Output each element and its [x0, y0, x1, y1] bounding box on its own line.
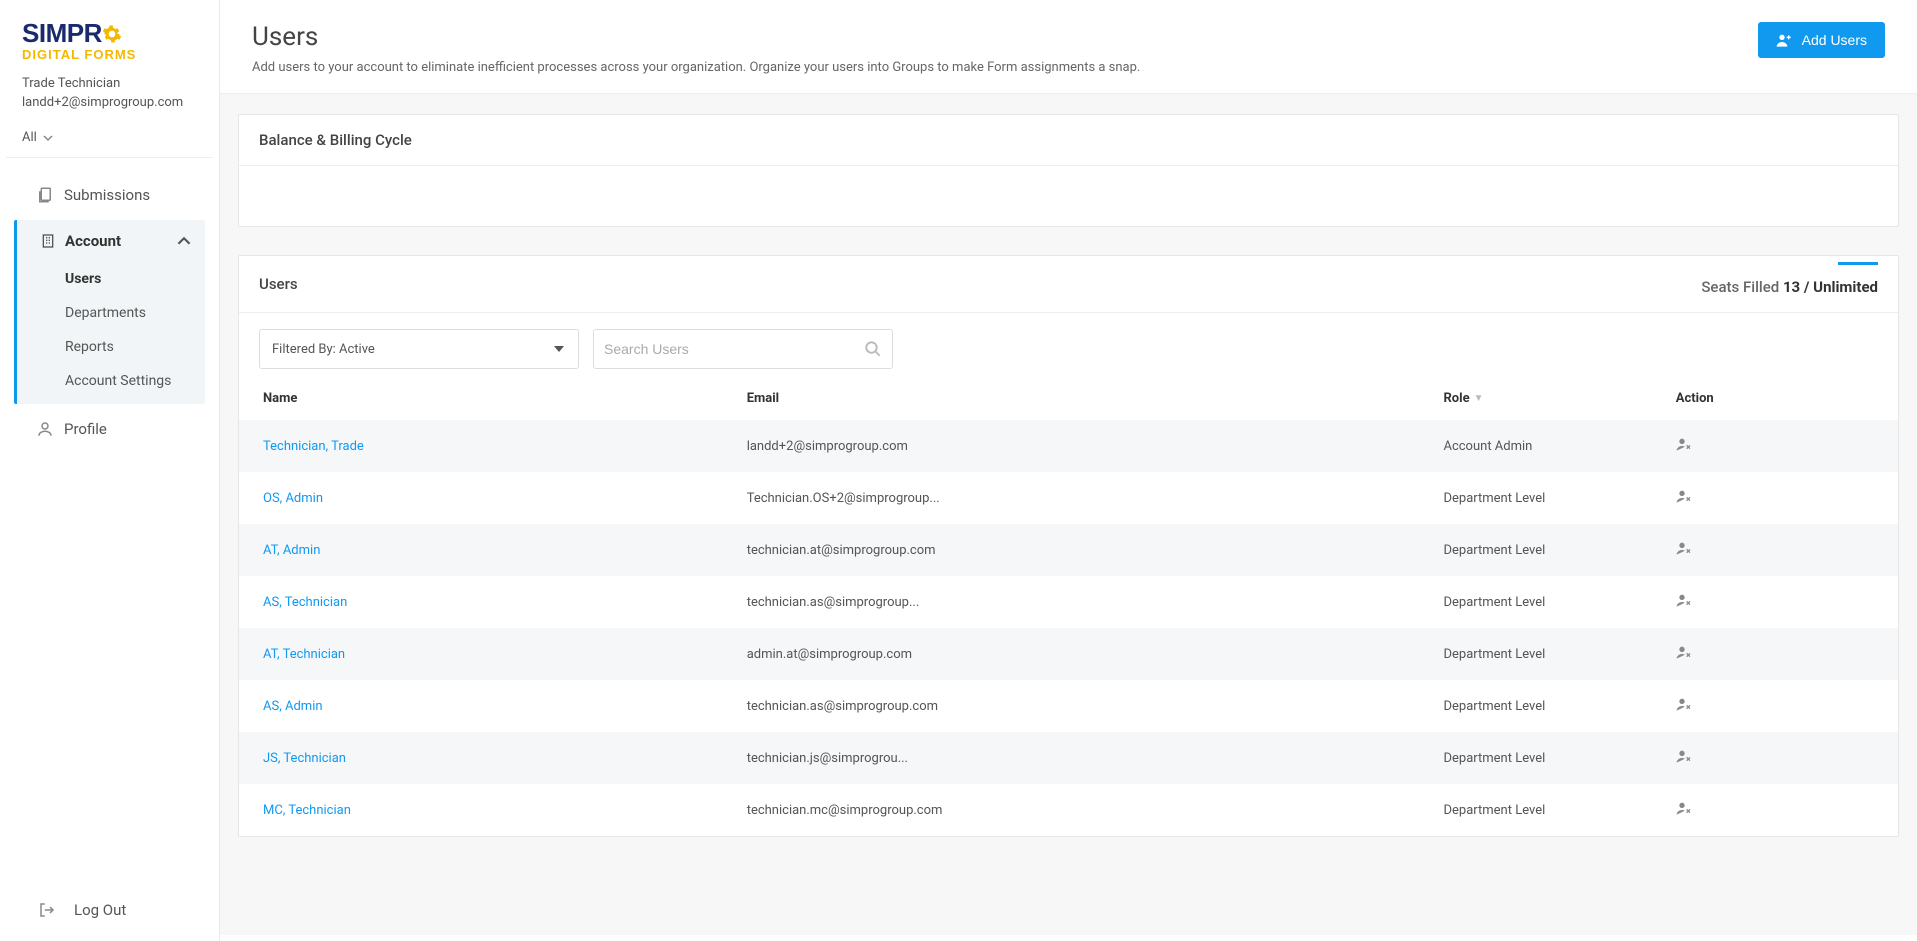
scope-selector[interactable]: All	[0, 120, 219, 157]
sidebar-section-account: Account Users Departments Reports Accoun…	[14, 220, 205, 404]
remove-user-icon[interactable]	[1676, 644, 1692, 660]
users-table: Name Email Role ▼ Action Technician, T	[239, 377, 1898, 836]
submissions-icon	[36, 186, 54, 204]
sidebar-item-users[interactable]: Users	[17, 262, 205, 296]
column-header-name[interactable]: Name	[239, 377, 737, 420]
user-email: technician.at@simprogroup.com	[747, 543, 936, 558]
sidebar-item-label: Account Settings	[65, 373, 171, 389]
logout-label: Log Out	[74, 901, 126, 919]
table-row: AT, Admin technician.at@simprogroup.com De…	[239, 524, 1898, 576]
gear-logo-icon	[101, 23, 123, 45]
seats-total: / Unlimited	[1800, 278, 1878, 296]
sidebar-item-label: Submissions	[64, 186, 150, 204]
users-panel-title: Users	[259, 275, 298, 293]
user-name-link[interactable]: MC, Technician	[263, 803, 351, 818]
user-role: Department Level	[1443, 543, 1545, 558]
column-header-role[interactable]: Role ▼	[1433, 377, 1665, 420]
user-role: Account Admin	[1443, 439, 1532, 454]
sidebar-item-account[interactable]: Account	[17, 220, 205, 262]
user-role: Department Level	[1443, 595, 1545, 610]
table-row: AS, Technician technician.as@simprogroup.…	[239, 576, 1898, 628]
user-role: Department Level	[1443, 803, 1545, 818]
user-email: technician.mc@simprogroup.com	[747, 803, 943, 818]
billing-panel: Balance & Billing Cycle	[238, 114, 1899, 227]
chevron-down-icon	[43, 133, 53, 143]
sidebar-item-account-settings[interactable]: Account Settings	[17, 364, 205, 398]
sidebar-item-departments[interactable]: Departments	[17, 296, 205, 330]
add-user-icon	[1776, 32, 1792, 48]
table-row: AT, Technician admin.at@simprogroup.com De…	[239, 628, 1898, 680]
logo: SIMPR DIGITAL FORMS	[0, 0, 219, 72]
page-subtitle: Add users to your account to eliminate i…	[252, 60, 1140, 75]
remove-user-icon[interactable]	[1676, 436, 1692, 452]
seats-label: Seats Filled	[1701, 278, 1783, 296]
user-email: technician.js@simprogrou...	[747, 751, 908, 766]
column-header-role-label: Role	[1443, 391, 1469, 406]
user-name-link[interactable]: AT, Admin	[263, 543, 320, 558]
column-header-email[interactable]: Email	[737, 377, 1434, 420]
user-email: technician.as@simprogroup.com	[747, 699, 938, 714]
chevron-up-icon	[177, 234, 191, 248]
remove-user-icon[interactable]	[1676, 748, 1692, 764]
users-panel: Users Seats Filled 13 / Unlimited Filter…	[238, 255, 1899, 837]
table-row: JS, Technician technician.js@simprogrou..…	[239, 732, 1898, 784]
billing-panel-title: Balance & Billing Cycle	[239, 115, 1898, 166]
column-header-action[interactable]: Action	[1666, 377, 1898, 420]
sidebar-item-submissions[interactable]: Submissions	[0, 176, 219, 214]
sidebar-item-label: Users	[65, 271, 101, 287]
sidebar-item-label: Reports	[65, 339, 114, 355]
sidebar-item-label: Departments	[65, 305, 146, 321]
user-name-link[interactable]: OS, Admin	[263, 491, 323, 506]
user-role: Department Level	[1443, 751, 1545, 766]
table-row: AS, Admin technician.as@simprogroup.com De…	[239, 680, 1898, 732]
user-name-link[interactable]: JS, Technician	[263, 751, 346, 766]
user-name-link[interactable]: AT, Technician	[263, 647, 345, 662]
search-users-wrap	[593, 329, 893, 369]
user-name-link[interactable]: AS, Admin	[263, 699, 323, 714]
user-name-link[interactable]: AS, Technician	[263, 595, 347, 610]
user-role: Department Level	[1443, 647, 1545, 662]
remove-user-icon[interactable]	[1676, 696, 1692, 712]
remove-user-icon[interactable]	[1676, 540, 1692, 556]
seats-count: 13	[1783, 278, 1800, 296]
user-email: landd+2@simprogroup.com	[747, 439, 908, 454]
building-icon	[39, 232, 57, 250]
sidebar-divider	[6, 157, 213, 158]
seats-indicator: Seats Filled 13 / Unlimited	[1701, 272, 1878, 296]
logout-button[interactable]: Log Out	[0, 882, 219, 941]
sidebar-item-label: Account	[65, 232, 177, 250]
user-email: admin.at@simprogroup.com	[747, 647, 912, 662]
table-row: OS, Admin Technician.OS+2@simprogroup... D…	[239, 472, 1898, 524]
filter-select[interactable]: Filtered By: Active	[259, 329, 579, 369]
table-row: Technician, Trade landd+2@simprogroup.com…	[239, 420, 1898, 472]
table-row: MC, Technician technician.mc@simprogroup.…	[239, 784, 1898, 836]
user-name-link[interactable]: Technician, Trade	[263, 439, 364, 454]
remove-user-icon[interactable]	[1676, 592, 1692, 608]
person-icon	[36, 420, 54, 438]
add-users-label: Add Users	[1802, 32, 1867, 48]
logo-text-sub: DIGITAL FORMS	[22, 47, 197, 62]
add-users-button[interactable]: Add Users	[1758, 22, 1885, 58]
user-email: Technician.OS+2@simprogroup...	[747, 491, 940, 506]
sidebar-item-label: Profile	[64, 420, 107, 438]
current-user-email: landd+2@simprogroup.com	[22, 95, 197, 110]
search-users-input[interactable]	[604, 341, 864, 357]
scope-selector-label: All	[22, 130, 37, 145]
sort-desc-icon: ▼	[1474, 393, 1484, 404]
page-title: Users	[252, 22, 1140, 52]
logout-icon	[38, 901, 56, 919]
remove-user-icon[interactable]	[1676, 800, 1692, 816]
sidebar-item-reports[interactable]: Reports	[17, 330, 205, 364]
current-user-name: Trade Technician	[22, 76, 197, 91]
user-role: Department Level	[1443, 491, 1545, 506]
search-icon[interactable]	[864, 340, 882, 358]
logo-text-main: SIMPR	[22, 18, 102, 49]
sidebar-item-profile[interactable]: Profile	[0, 410, 219, 448]
remove-user-icon[interactable]	[1676, 488, 1692, 504]
user-role: Department Level	[1443, 699, 1545, 714]
filter-select-label: Filtered By: Active	[272, 342, 375, 357]
user-email: technician.as@simprogroup...	[747, 595, 920, 610]
